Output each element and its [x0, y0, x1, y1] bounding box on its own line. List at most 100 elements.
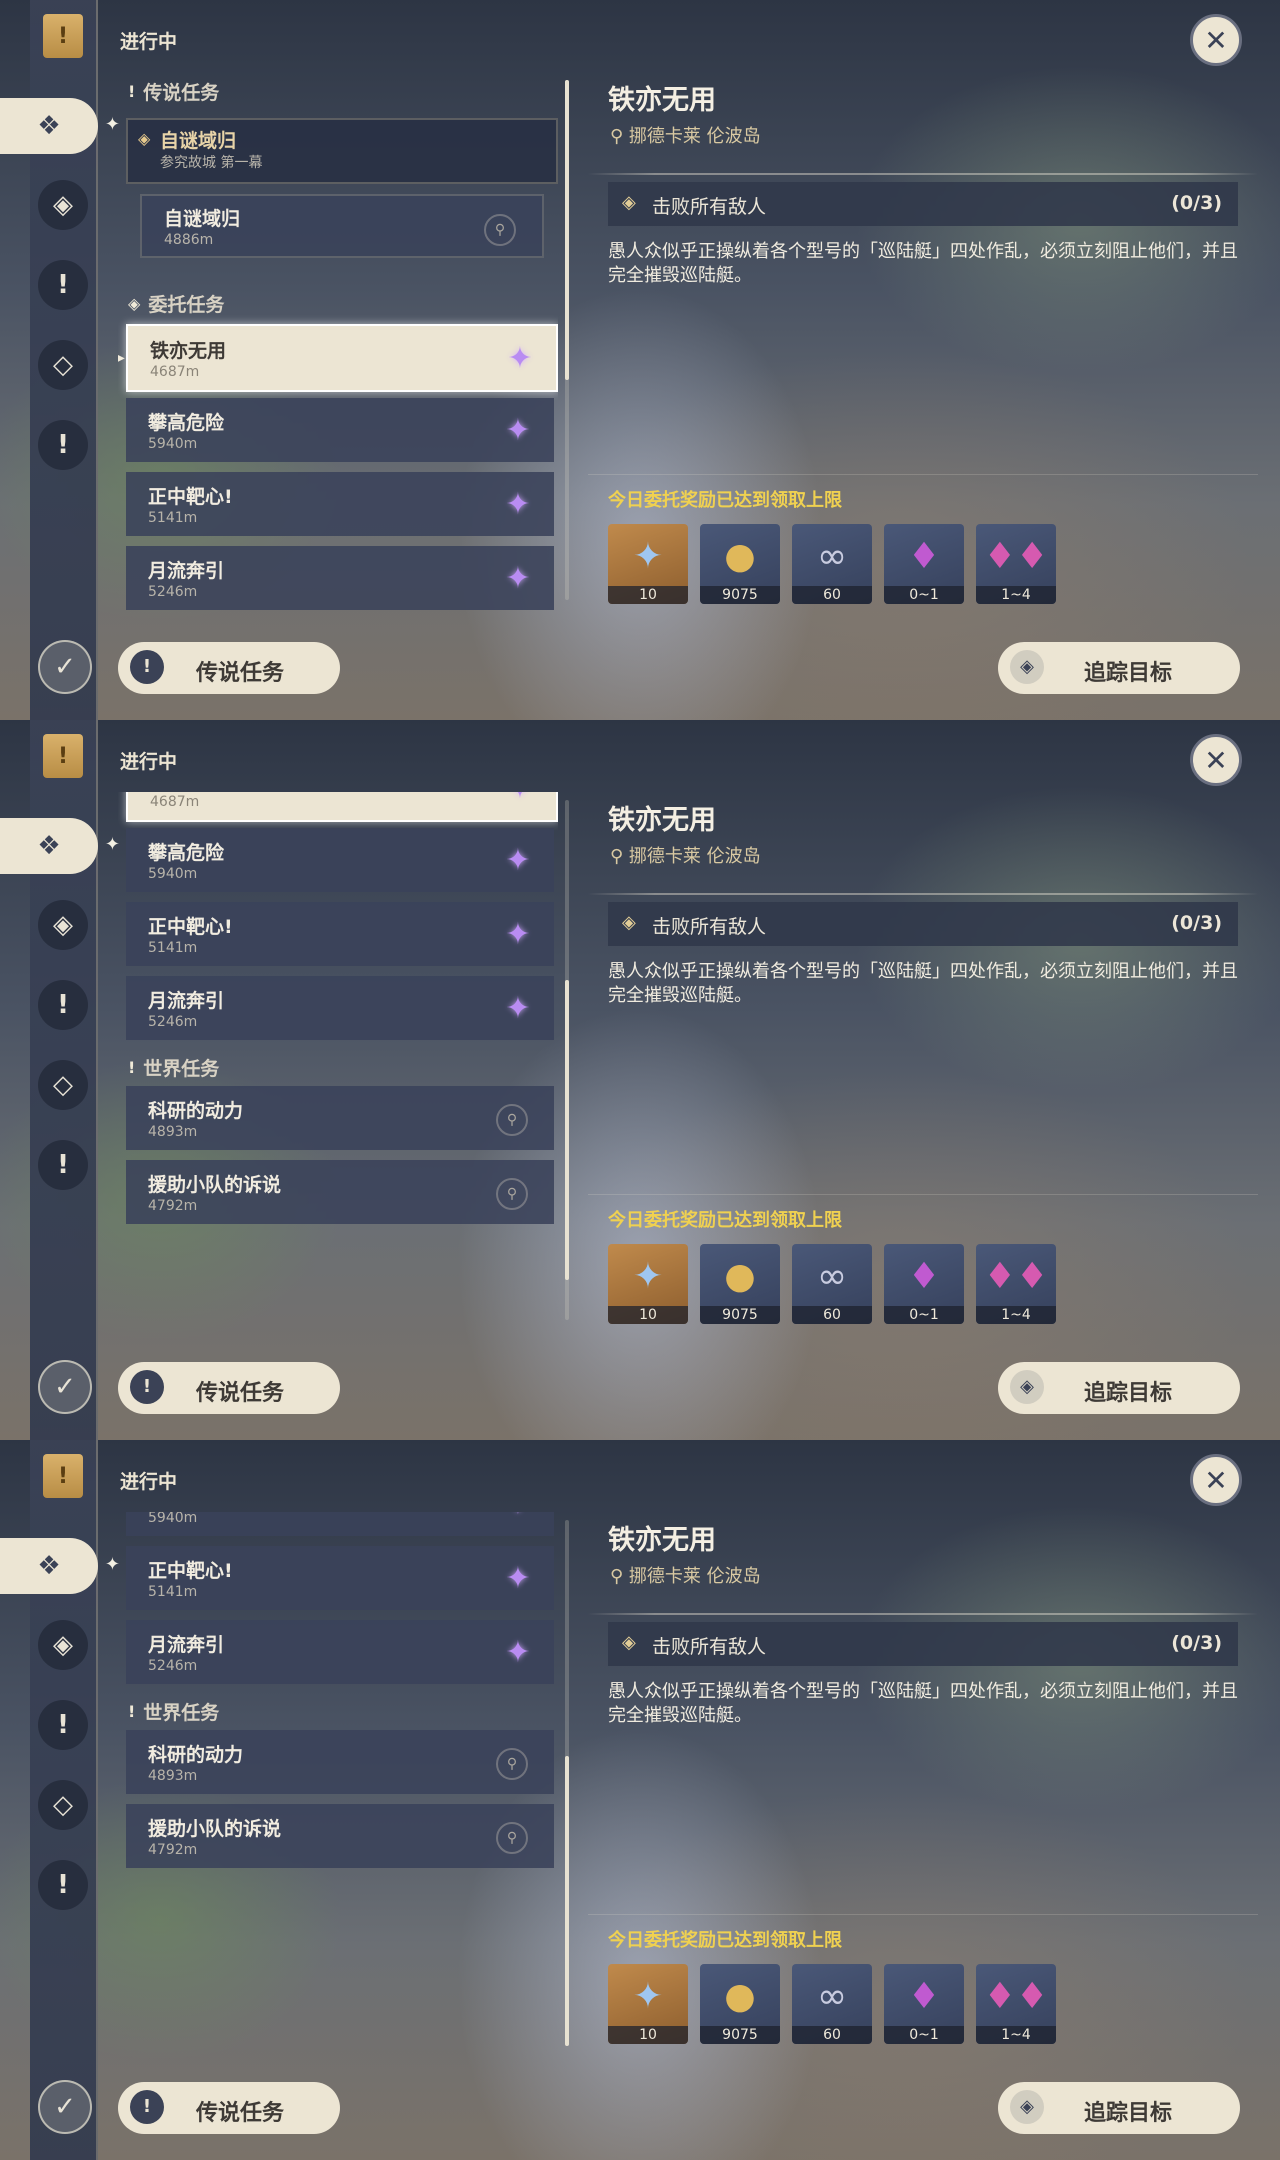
quest-distance: 5141m [148, 940, 198, 956]
reward-exp[interactable]: ∞ 60 [792, 1244, 872, 1324]
quest-item[interactable]: 月流奔引 5246m ✦ [126, 976, 554, 1040]
reward-primogem[interactable]: ✦ 10 [608, 524, 688, 604]
quest-item[interactable]: 正中靶心! 5141m ✦ [126, 472, 554, 536]
exclamation-icon[interactable]: ! [38, 1140, 88, 1190]
quest-list[interactable]: ! 传说任务 ◈ 自谜域归 参究故城 第一幕 自谜域归 4886m ⚲ ◈ 委托… [118, 72, 558, 612]
reward-qty: 1~4 [976, 1306, 1056, 1324]
commission-icon: ◈ [128, 294, 141, 313]
archon-quest-icon[interactable]: ◈ [38, 180, 88, 230]
world-quest-icon[interactable]: ◇ [38, 340, 88, 390]
reward-qty: 60 [792, 1306, 872, 1324]
in-progress-title: 进行中 [120, 751, 178, 773]
scroll-thumb[interactable] [565, 980, 569, 1280]
in-progress-title: 进行中 [120, 1471, 178, 1493]
scrollbar[interactable] [565, 800, 569, 1320]
commission-category-icon[interactable]: ❖ ✦ [0, 818, 120, 874]
scroll-thumb[interactable] [565, 80, 569, 380]
quest-distance: 5141m [148, 1584, 198, 1600]
archon-quest-icon[interactable]: ◈ [38, 900, 88, 950]
reward-mora[interactable]: ● 9075 [700, 524, 780, 604]
map-pin-icon[interactable]: ⚲ [484, 214, 516, 246]
map-pin-icon[interactable]: ⚲ [496, 1748, 528, 1780]
quest-list[interactable]: ▶ 铁亦无用 4687m ✦ 攀高危险 5940m ✦ 正中靶心! 5141m … [118, 792, 558, 1332]
quest-item[interactable]: 攀高危险 5940m ✦ [126, 828, 554, 892]
quest-item[interactable]: 月流奔引 5246m ✦ [126, 1620, 554, 1684]
quest-distance: 4687m [150, 794, 200, 810]
commission-category-icon[interactable]: ❖ ✦ [0, 1538, 120, 1594]
section-legend: ! 传说任务 [128, 78, 219, 105]
commission-star-icon: ✦ [505, 990, 531, 1026]
world-quest-icon[interactable]: ◇ [38, 1060, 88, 1110]
world-quest-icon[interactable]: ◇ [38, 1780, 88, 1830]
completed-quests-icon[interactable]: ✓ [38, 2080, 92, 2134]
reward-crystal-cluster[interactable]: ♦♦ 1~4 [976, 1964, 1056, 2044]
close-button[interactable]: ✕ [1190, 14, 1242, 66]
story-quest-icon[interactable]: ! [38, 1700, 88, 1750]
completed-quests-icon[interactable]: ✓ [38, 640, 92, 694]
quest-item[interactable]: 正中靶心! 5141m ✦ [126, 902, 554, 966]
divider [588, 1613, 1258, 1615]
exclamation-icon[interactable]: ! [38, 420, 88, 470]
section-label: 世界任务 [143, 1702, 220, 1724]
objective-row: ◈ 击败所有敌人 (0/3) [608, 1622, 1238, 1666]
reward-mora[interactable]: ● 9075 [700, 1964, 780, 2044]
reward-qty: 10 [608, 1306, 688, 1324]
reward-exp[interactable]: ∞ 60 [792, 524, 872, 604]
reward-exp[interactable]: ∞ 60 [792, 1964, 872, 2044]
reward-crystal[interactable]: ♦ 0~1 [884, 1244, 964, 1324]
button-label: 传说任务 [196, 661, 285, 686]
quest-banner-icon[interactable]: ! [43, 734, 83, 778]
quest-item[interactable]: 援助小队的诉说 4792m ⚲ [126, 1160, 554, 1224]
scroll-thumb[interactable] [565, 1756, 569, 2046]
map-pin-icon[interactable]: ⚲ [496, 1178, 528, 1210]
completed-quests-icon[interactable]: ✓ [38, 1360, 92, 1414]
crystal-icon: ♦ [907, 1255, 941, 1297]
reward-crystal[interactable]: ♦ 0~1 [884, 524, 964, 604]
exclamation-icon[interactable]: ! [38, 1860, 88, 1910]
legend-quest-item[interactable]: ◈ 自谜域归 参究故城 第一幕 [126, 118, 558, 184]
sidebar: ! ❖ ✦ ◈ ! ◇ ! ✓ [0, 0, 120, 720]
scrollbar[interactable] [565, 1520, 569, 2046]
quest-item[interactable]: 科研的动力 4893m ⚲ [126, 1730, 554, 1794]
quest-item[interactable]: 正中靶心! 5141m ✦ [126, 1546, 554, 1610]
quest-item[interactable]: 月流奔引 5246m ✦ [126, 546, 554, 610]
legend-quest-button[interactable]: ! 传说任务 [118, 642, 340, 694]
story-quest-icon[interactable]: ! [38, 980, 88, 1030]
map-pin-icon[interactable]: ⚲ [496, 1104, 528, 1136]
scrollbar[interactable] [565, 80, 569, 600]
close-button[interactable]: ✕ [1190, 734, 1242, 786]
track-target-button[interactable]: ◈ 追踪目标 [998, 2082, 1240, 2134]
legend-subquest-item[interactable]: 自谜域归 4886m ⚲ [140, 194, 544, 258]
reward-crystal-cluster[interactable]: ♦♦ 1~4 [976, 1244, 1056, 1324]
quest-item-selected[interactable]: ▶ 铁亦无用 4687m ✦ [118, 324, 558, 392]
reward-crystal-cluster[interactable]: ♦♦ 1~4 [976, 524, 1056, 604]
reward-primogem[interactable]: ✦ 10 [608, 1244, 688, 1324]
detail-location: ⚲ 挪德卡莱 伦波岛 [610, 846, 761, 867]
quest-banner-icon[interactable]: ! [43, 1454, 83, 1498]
quest-item[interactable]: 攀高危险 5940m ✦ [126, 398, 554, 462]
close-button[interactable]: ✕ [1190, 1454, 1242, 1506]
track-target-button[interactable]: ◈ 追踪目标 [998, 642, 1240, 694]
legend-quest-button[interactable]: ! 传说任务 [118, 1362, 340, 1414]
button-label: 追踪目标 [1084, 1381, 1173, 1406]
quest-list[interactable]: 攀高危险 5940m ✦ 正中靶心! 5141m ✦ 月流奔引 5246m ✦ … [118, 1512, 558, 2052]
map-pin-icon[interactable]: ⚲ [496, 1822, 528, 1854]
quest-item[interactable]: 援助小队的诉说 4792m ⚲ [126, 1804, 554, 1868]
commission-category-icon[interactable]: ❖ ✦ [0, 98, 120, 154]
reward-mora[interactable]: ● 9075 [700, 1244, 780, 1324]
location-text: 挪德卡莱 伦波岛 [628, 126, 761, 147]
section-world: ! 世界任务 [128, 1698, 219, 1725]
quest-distance: 4792m [148, 1198, 198, 1214]
reward-qty: 9075 [700, 2026, 780, 2044]
story-quest-icon[interactable]: ! [38, 260, 88, 310]
reward-primogem[interactable]: ✦ 10 [608, 1964, 688, 2044]
quest-item-selected[interactable]: ▶ 铁亦无用 4687m ✦ [118, 792, 558, 822]
archon-quest-icon[interactable]: ◈ [38, 1620, 88, 1670]
quest-banner-icon[interactable]: ! [43, 14, 83, 58]
legend-quest-button[interactable]: ! 传说任务 [118, 2082, 340, 2134]
diamond-icon: ◈ [138, 129, 151, 148]
quest-item[interactable]: 攀高危险 5940m ✦ [126, 1512, 554, 1536]
track-target-button[interactable]: ◈ 追踪目标 [998, 1362, 1240, 1414]
reward-crystal[interactable]: ♦ 0~1 [884, 1964, 964, 2044]
quest-item[interactable]: 科研的动力 4893m ⚲ [126, 1086, 554, 1150]
